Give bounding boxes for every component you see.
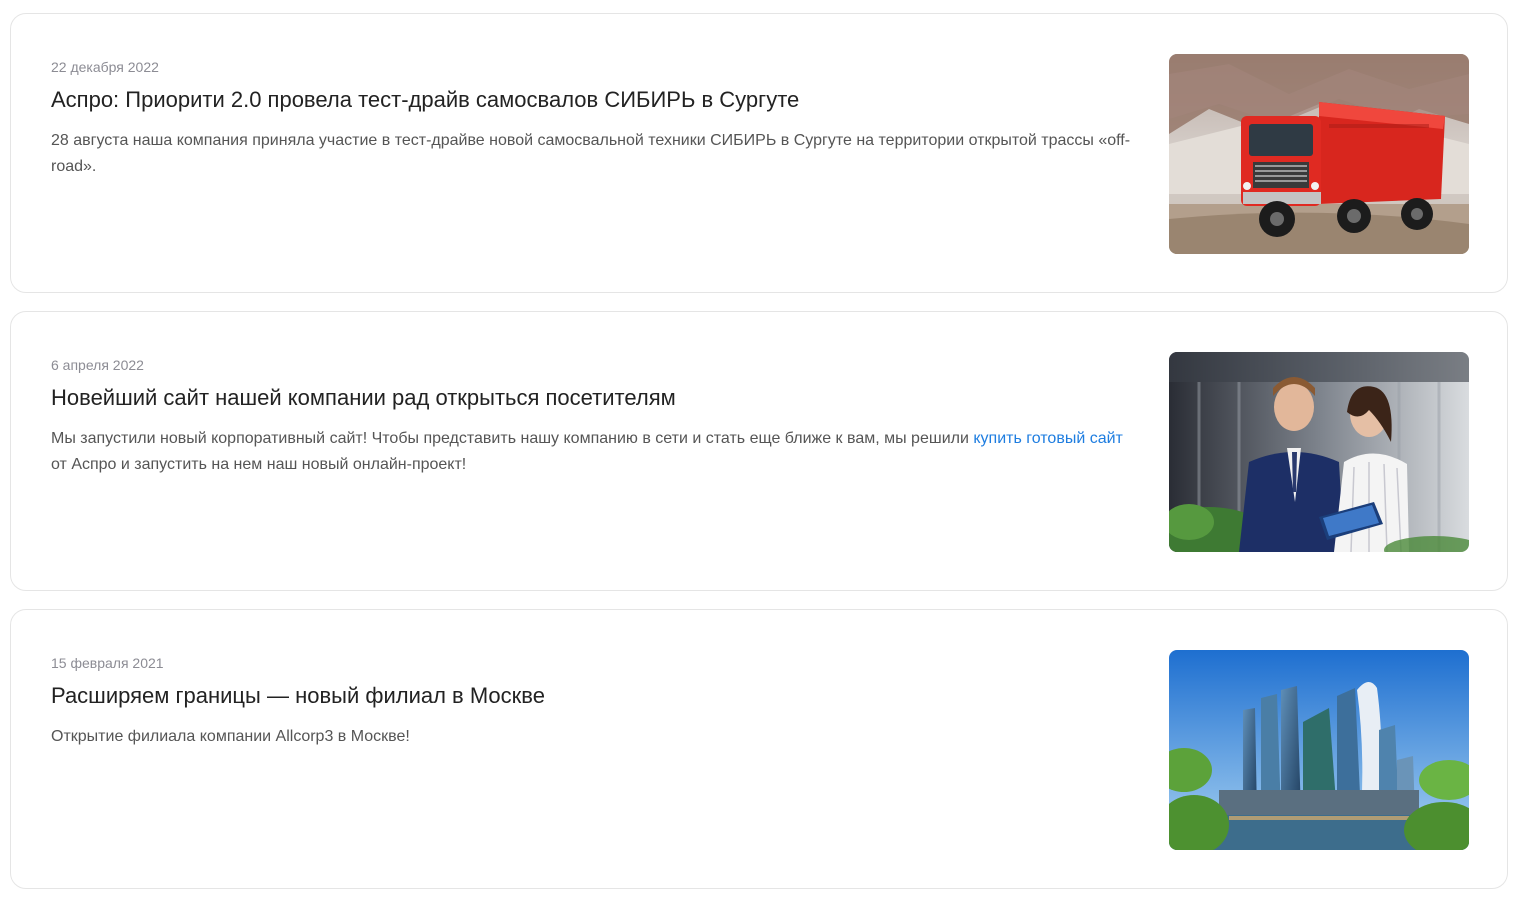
red-dump-truck-image <box>1169 54 1469 254</box>
moscow-city-image <box>1169 650 1469 850</box>
news-image-truck[interactable] <box>1169 54 1469 254</box>
news-description: 28 августа наша компания приняла участие… <box>51 132 1131 175</box>
news-description: Мы запустили новый корпоративный сайт! Ч… <box>51 426 1141 478</box>
news-text: 15 февраля 2021 Расширяем границы — новы… <box>51 654 1141 750</box>
news-title-link[interactable]: Расширяем границы — новый филиал в Москв… <box>51 682 1141 710</box>
news-list: 22 декабря 2022 Аспро: Приорити 2.0 пров… <box>0 0 1520 899</box>
news-text: 6 апреля 2022 Новейший сайт нашей компан… <box>51 356 1141 478</box>
news-description-text: от Аспро и запустить на нем наш новый он… <box>51 456 467 473</box>
news-date: 6 апреля 2022 <box>51 357 144 373</box>
news-image-moscow[interactable] <box>1169 650 1469 850</box>
news-card: 22 декабря 2022 Аспро: Приорити 2.0 пров… <box>10 13 1508 293</box>
news-description-text: Мы запустили новый корпоративный сайт! Ч… <box>51 430 974 447</box>
news-date: 15 февраля 2021 <box>51 655 164 671</box>
business-people-image <box>1169 352 1469 552</box>
news-card: 15 февраля 2021 Расширяем границы — новы… <box>10 609 1508 889</box>
news-description: Открытие филиала компании Allcorp3 в Мос… <box>51 728 410 745</box>
news-text: 22 декабря 2022 Аспро: Приорити 2.0 пров… <box>51 58 1141 180</box>
news-date: 22 декабря 2022 <box>51 59 159 75</box>
buy-ready-site-link[interactable]: купить готовый сайт <box>973 430 1123 447</box>
news-image-business[interactable] <box>1169 352 1469 552</box>
news-card: 6 апреля 2022 Новейший сайт нашей компан… <box>10 311 1508 591</box>
news-title-link[interactable]: Аспро: Приорити 2.0 провела тест-драйв с… <box>51 86 1141 114</box>
news-title-link[interactable]: Новейший сайт нашей компании рад открыть… <box>51 384 1141 412</box>
